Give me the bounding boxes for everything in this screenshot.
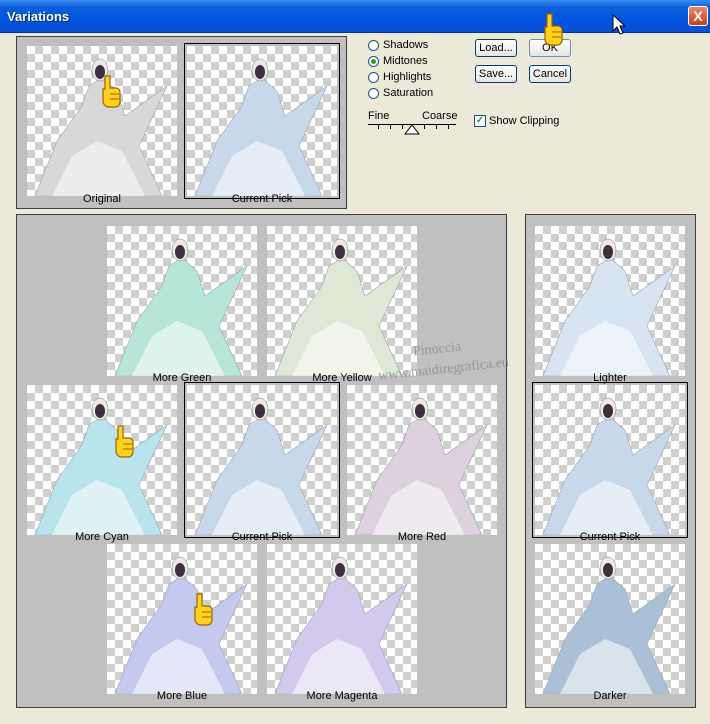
figure-image [114,238,248,376]
original-thumbnail[interactable] [27,46,177,196]
radio-saturation[interactable]: Saturation [368,87,433,99]
window-title: Variations [7,9,70,24]
more-blue-thumbnail[interactable] [107,544,257,694]
load-button[interactable]: Load... [475,39,517,57]
figure-image [194,397,328,535]
slider-tick [448,125,449,129]
more-magenta-thumbnail[interactable] [267,544,417,694]
more-red-label: More Red [397,531,447,543]
current-pick-label: Current Pick [231,193,293,205]
pointing-hand-icon [194,593,213,626]
radio-label: Midtones [383,55,428,67]
lighter-label: Lighter [593,372,627,384]
cancel-button[interactable]: Cancel [529,65,571,83]
slider-thumb-icon[interactable] [404,125,420,135]
figure-image [542,397,676,535]
radio-label: Highlights [383,71,432,83]
show-clipping-checkbox[interactable]: ✓ Show Clipping [474,115,559,127]
grid-current-pick-label: Current Pick [231,531,293,543]
pointing-hand-icon [544,13,563,46]
brightness-current-pick-label: Current Pick [579,531,641,543]
figure-image [114,556,248,694]
current-pick-thumbnail[interactable] [184,43,340,199]
figure-image [34,58,168,196]
more-magenta-label: More Magenta [306,690,378,702]
more-green-thumbnail[interactable] [107,226,257,376]
brightness-current-pick-thumbnail[interactable] [532,382,688,538]
more-cyan-thumbnail[interactable] [27,385,177,535]
slider-tick [436,125,437,129]
radio-dot [368,71,379,83]
radio-dot [368,39,379,51]
figure-image [542,238,676,376]
darker-label: Darker [593,690,627,702]
title-bar: Variations X [0,0,710,33]
original-label: Original [83,193,121,205]
lighter-thumbnail[interactable] [535,226,685,376]
radio-shadows[interactable]: Shadows [368,39,428,51]
more-green-label: More Green [152,372,212,384]
radio-label: Saturation [383,87,434,99]
slider-tick [402,125,403,129]
close-button[interactable]: X [688,6,708,26]
slider-tick [390,125,391,129]
radio-label: Shadows [383,39,429,51]
figure-image [274,556,408,694]
show-clipping-label: Show Clipping [489,115,560,127]
grid-current-pick-thumbnail[interactable] [184,382,340,538]
more-cyan-label: More Cyan [75,531,129,543]
pointing-hand-icon [115,425,134,458]
mouse-cursor-icon [612,14,626,35]
figure-image [34,397,168,535]
slider-tick [424,125,425,129]
coarse-label: Coarse [422,110,458,122]
figure-image [354,397,488,535]
radio-midtones[interactable]: Midtones [368,55,428,67]
save-button[interactable]: Save... [475,65,517,83]
darker-thumbnail[interactable] [535,544,685,694]
more-red-thumbnail[interactable] [347,385,497,535]
radio-dot [368,87,379,99]
more-yellow-thumbnail[interactable] [267,226,417,376]
more-blue-label: More Blue [156,690,208,702]
figure-image [274,238,408,376]
slider-tick [378,125,379,129]
radio-highlights[interactable]: Highlights [368,71,431,83]
radio-dot-selected [368,55,379,67]
checkbox-box: ✓ [474,115,486,127]
fine-label: Fine [368,110,390,122]
pointing-hand-icon [102,75,121,108]
figure-image [542,556,676,694]
figure-image [194,58,328,196]
